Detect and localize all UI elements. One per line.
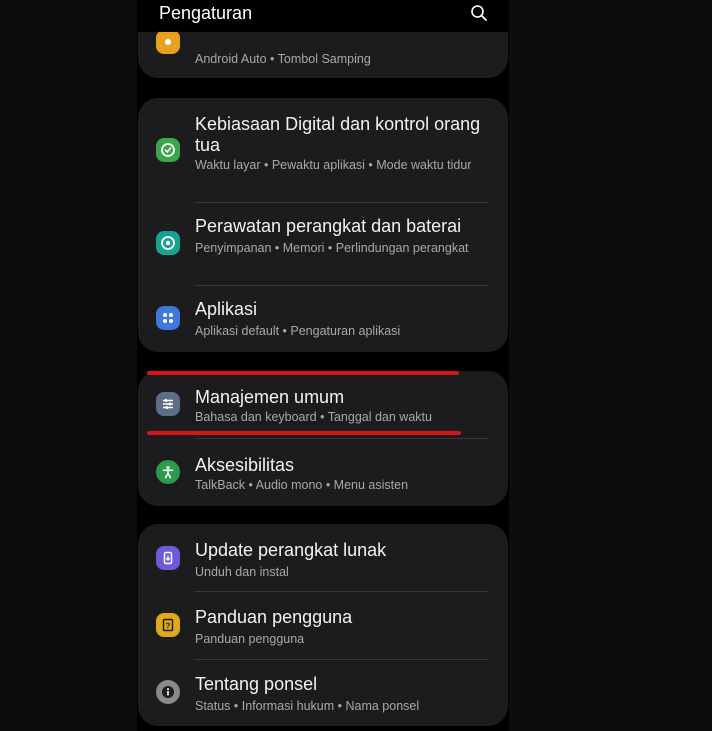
settings-item-digital-wellbeing[interactable]: Kebiasaan Digital dan kontrol orang tua …: [138, 98, 508, 202]
settings-item-subtitle: Waktu layar • Pewaktu aplikasi • Mode wa…: [195, 158, 472, 172]
settings-item-subtitle: Bahasa dan keyboard • Tanggal dan waktu: [195, 410, 432, 424]
software-update-icon: [156, 546, 180, 570]
settings-group-device: Kebiasaan Digital dan kontrol orang tua …: [138, 98, 508, 352]
settings-item-title: Panduan pengguna: [195, 607, 353, 627]
settings-item-subtitle: Panduan pengguna: [195, 632, 305, 646]
search-icon[interactable]: [470, 4, 488, 22]
settings-item-title: Perawatan perangkat dan baterai: [195, 216, 462, 236]
user-manual-icon: ?: [156, 613, 180, 637]
page-title: Pengaturan: [159, 3, 253, 23]
settings-item-about-phone[interactable]: Tentang ponsel Status • Informasi hukum …: [138, 660, 508, 726]
settings-item-subtitle: Unduh dan instal: [195, 565, 289, 579]
settings-item-apps[interactable]: Aplikasi Aplikasi default • Pengaturan a…: [138, 286, 508, 352]
settings-item-title: Tentang ponsel: [195, 674, 318, 694]
settings-item-software-update[interactable]: Update perangkat lunak Unduh dan instal: [138, 524, 508, 591]
gear-icon: [156, 30, 180, 54]
settings-item-title: Update perangkat lunak: [195, 540, 387, 560]
svg-text:?: ?: [166, 622, 171, 631]
settings-item-subtitle: TalkBack • Audio mono • Menu asisten: [195, 478, 409, 492]
settings-item-title: Aplikasi: [195, 299, 258, 319]
settings-item-title: Kebiasaan Digital dan kontrol orang tua: [195, 114, 481, 155]
accessibility-icon: [156, 460, 180, 484]
settings-group-general: Manajemen umum Bahasa dan keyboard • Tan…: [138, 371, 508, 506]
highlight-line-top: [147, 371, 459, 375]
device-care-icon: [156, 231, 180, 255]
settings-item-subtitle: Android Auto • Tombol Samping: [195, 52, 371, 66]
sliders-icon: [156, 392, 180, 416]
settings-item-device-care[interactable]: Perawatan perangkat dan baterai Penyimpa…: [138, 203, 508, 285]
settings-item-title: Aksesibilitas: [195, 455, 295, 475]
settings-item-accessibility[interactable]: Aksesibilitas TalkBack • Audio mono • Me…: [138, 439, 508, 506]
highlight-line-bottom: [147, 431, 461, 435]
settings-item-subtitle: Aplikasi default • Pengaturan aplikasi: [195, 324, 401, 338]
settings-item-general-management[interactable]: Manajemen umum Bahasa dan keyboard • Tan…: [138, 371, 508, 438]
settings-item-subtitle: Penyimpanan • Memori • Perlindungan pera…: [195, 241, 469, 255]
app-bar: Pengaturan: [137, 0, 509, 32]
settings-item-subtitle: Status • Informasi hukum • Nama ponsel: [195, 699, 420, 713]
settings-item-user-manual[interactable]: ? Panduan pengguna Panduan pengguna: [138, 592, 508, 659]
info-icon: [156, 680, 180, 704]
settings-group-about: Update perangkat lunak Unduh dan instal …: [138, 524, 508, 726]
settings-item-title: Manajemen umum: [195, 387, 345, 407]
digital-wellbeing-icon: [156, 138, 180, 162]
apps-icon: [156, 306, 180, 330]
phone-screen: Pengaturan Android Auto • Tombol Samping…: [137, 0, 509, 731]
